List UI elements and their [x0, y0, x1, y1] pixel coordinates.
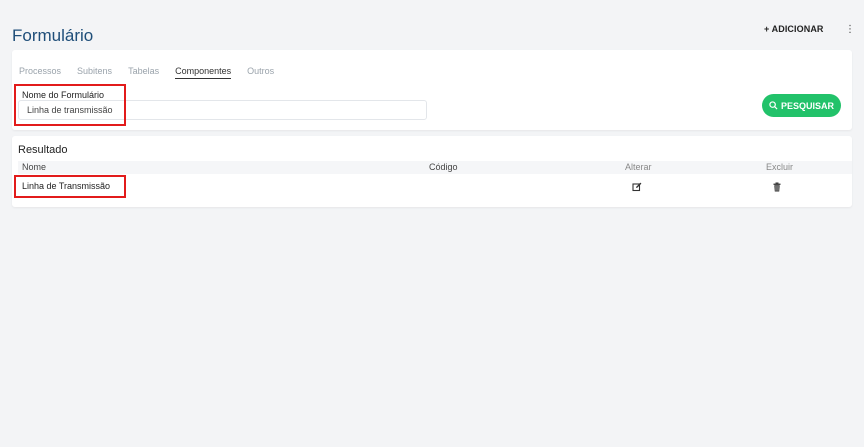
highlight-box	[14, 84, 126, 126]
page-title: Formulário	[12, 26, 94, 45]
tab-outros[interactable]: Outros	[247, 66, 274, 79]
search-button[interactable]: PESQUISAR	[762, 94, 841, 117]
column-header-codigo: Código	[429, 162, 458, 172]
highlight-box	[14, 175, 126, 198]
edit-icon[interactable]	[632, 182, 642, 192]
column-header-alterar: Alterar	[625, 162, 652, 172]
tabs-bar: Processos Subitens Tabelas Componentes O…	[19, 66, 290, 79]
column-header-nome: Nome	[22, 162, 47, 172]
trash-icon[interactable]	[772, 182, 782, 192]
tab-tabelas[interactable]: Tabelas	[128, 66, 159, 79]
result-title: Resultado	[18, 144, 68, 156]
column-header-excluir: Excluir	[766, 162, 794, 172]
search-icon	[769, 101, 778, 110]
tab-subitens[interactable]: Subitens	[77, 66, 112, 79]
tab-componentes[interactable]: Componentes	[175, 66, 232, 79]
search-panel: Processos Subitens Tabelas Componentes O…	[12, 50, 852, 130]
add-button[interactable]: + ADICIONAR	[764, 24, 824, 34]
tab-processos[interactable]: Processos	[19, 66, 61, 79]
result-panel: Resultado Nome Código Alterar Excluir Li…	[12, 136, 852, 207]
more-options-icon[interactable]: ⋮	[845, 24, 855, 35]
table-header: Nome Código Alterar Excluir	[18, 161, 852, 174]
search-button-label: PESQUISAR	[780, 100, 834, 111]
